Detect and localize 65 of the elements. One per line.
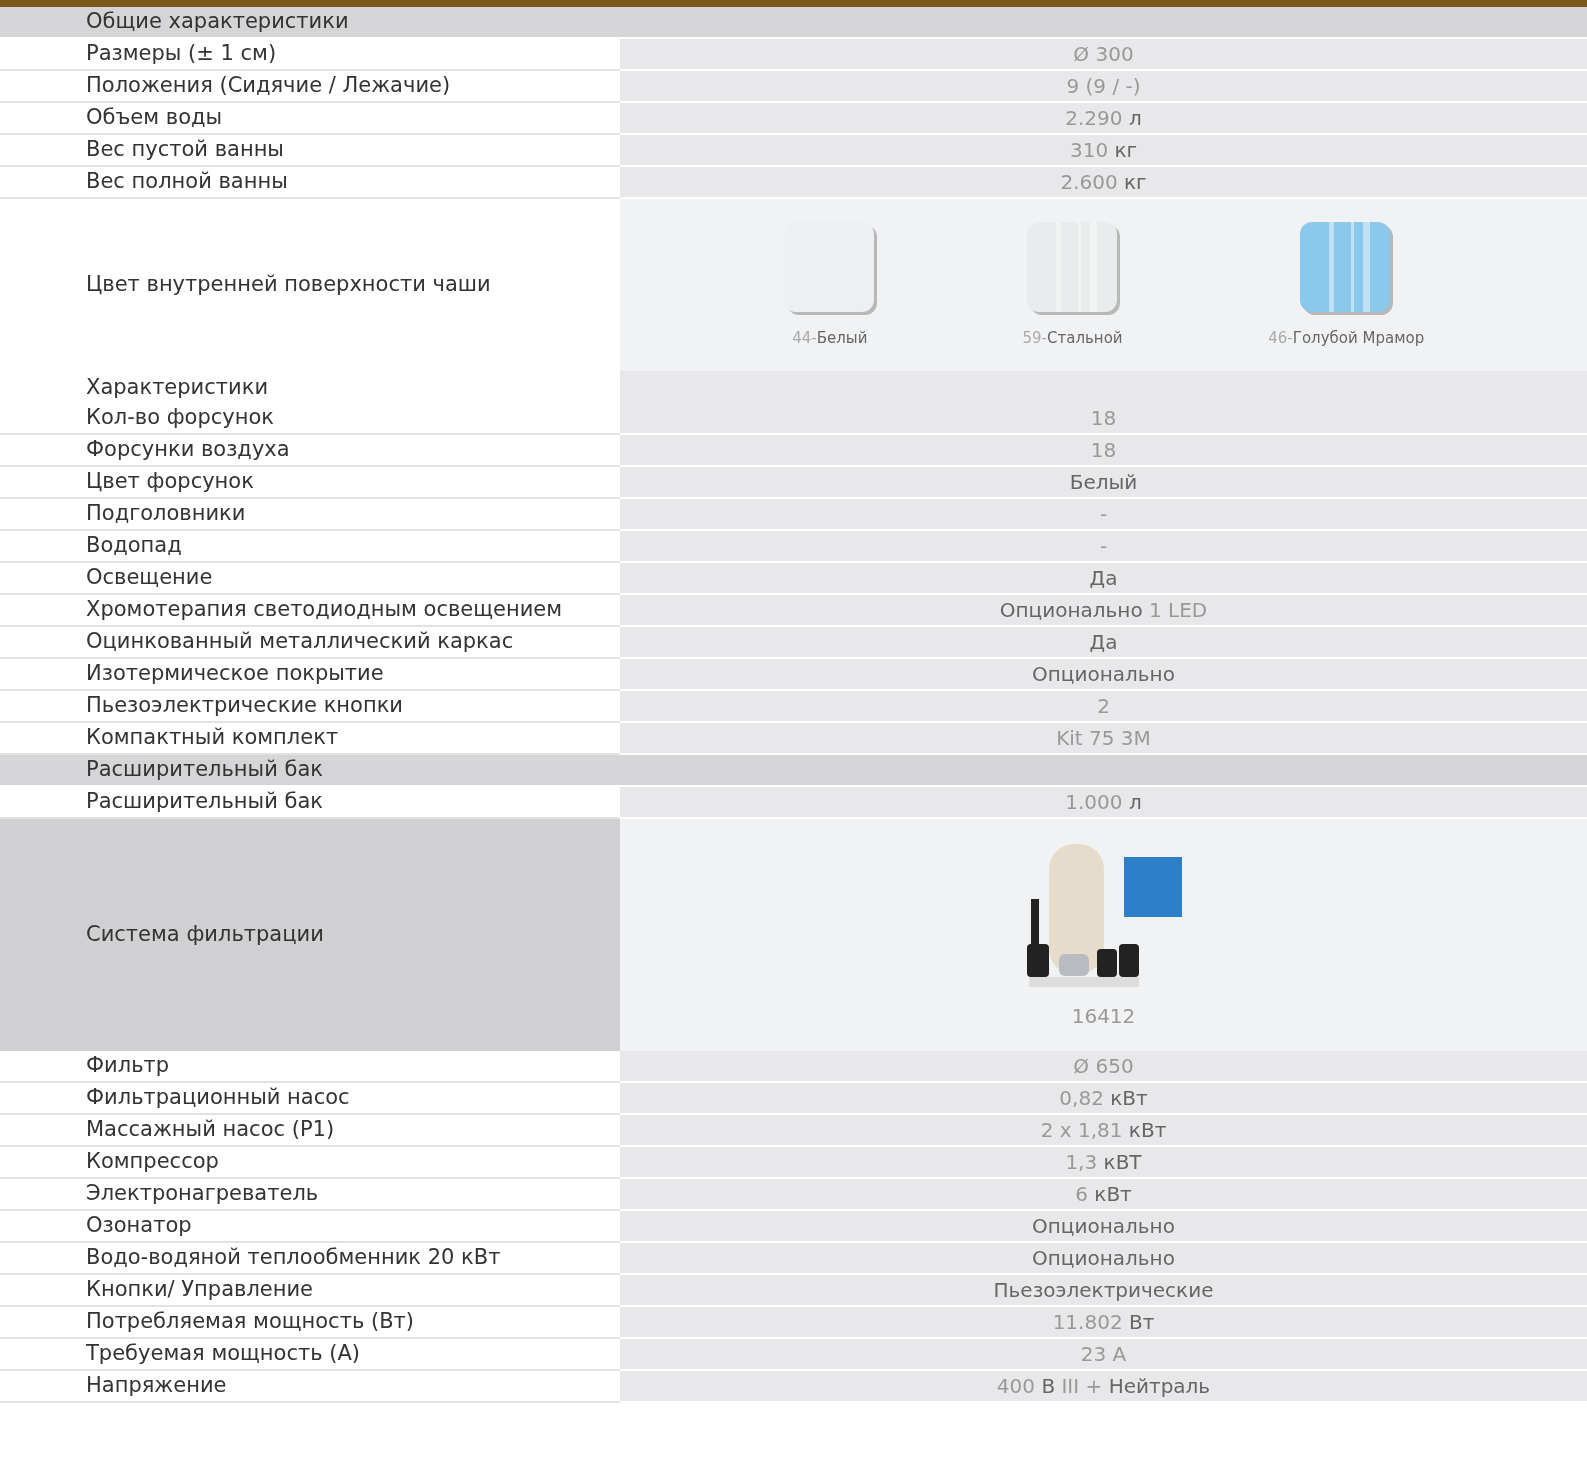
spec-value: 18 — [1090, 437, 1117, 464]
swatch-caption: 59-Стальной — [1022, 327, 1123, 349]
spec-value: 16412 — [1071, 1003, 1136, 1030]
spec-value: 310 кг — [1069, 137, 1138, 164]
spec-label: Цвет форсунок — [86, 468, 254, 496]
spec-label: Подголовники — [86, 500, 246, 528]
spec-label: Цвет внутренней поверхности чаши — [86, 271, 491, 299]
spec-label: Фильтрационный насос — [86, 1084, 350, 1112]
spec-label: Компрессор — [86, 1148, 219, 1176]
spec-label: Освещение — [86, 564, 213, 592]
spec-value: 9 (9 / -) — [1066, 73, 1141, 100]
spec-value: - — [1099, 501, 1108, 528]
swatch-caption: 44-Белый — [792, 327, 868, 349]
spec-value: Ø 650 — [1073, 1053, 1134, 1080]
spec-label: Форсунки воздуха — [86, 436, 290, 464]
spec-value: Да — [1089, 565, 1118, 592]
spec-value: 2.600 кг — [1060, 169, 1147, 196]
spec-value: 11.802 Вт — [1052, 1309, 1155, 1336]
spec-label: Вес пустой ванны — [86, 136, 284, 164]
spec-value: - — [1099, 533, 1108, 560]
spec-label: Расширительный бак — [86, 788, 323, 816]
spec-value: 0,82 кВт — [1059, 1085, 1148, 1112]
spec-value: 400 В III + Нейтраль — [996, 1373, 1211, 1400]
spec-label: Расширительный бак — [86, 756, 323, 784]
spec-value: 2 — [1097, 693, 1110, 720]
spec-value: Опционально — [1032, 1245, 1175, 1272]
spec-value: Белый — [1069, 469, 1138, 496]
spec-label: Кнопки/ Управление — [86, 1276, 314, 1304]
spec-label: Водо-водяной теплообменник 20 кВт — [86, 1244, 501, 1272]
spec-label: Размеры (± 1 см) — [86, 40, 277, 68]
spec-label: Общие характеристики — [86, 8, 349, 36]
spec-label: Кол-во форсунок — [86, 404, 275, 432]
spec-label: Потребляемая мощность (Вт) — [86, 1308, 414, 1336]
spec-label: Компактный комплект — [86, 724, 339, 752]
swatch-caption: 46-Голубой Мрамор — [1268, 327, 1425, 349]
spec-label: Требуемая мощность (A) — [86, 1340, 361, 1368]
spec-label: Оцинкованный металлический каркас — [86, 628, 514, 656]
spec-value: 1.000 л — [1065, 789, 1142, 816]
spec-value: 23 A — [1080, 1341, 1127, 1368]
spec-label: Массажный насос (P1) — [86, 1116, 335, 1144]
spec-label: Озонатор — [86, 1212, 192, 1240]
spec-value: Да — [1089, 629, 1118, 656]
spec-value: 2 x 1,81 кВт — [1040, 1117, 1167, 1144]
spec-label: Напряжение — [86, 1372, 227, 1400]
spec-label: Электронагреватель — [86, 1180, 319, 1208]
spec-label: Характеристики — [86, 373, 269, 401]
spec-value: Kit 75 3M — [1056, 725, 1151, 752]
spec-label: Изотермическое покрытие — [86, 660, 384, 688]
spec-value: Пьезоэлектрические — [993, 1277, 1214, 1304]
spec-label: Хромотерапия светодиодным освещением — [86, 596, 563, 624]
spec-label: Объем воды — [86, 104, 223, 132]
spec-value: 18 — [1090, 405, 1117, 432]
spec-label: Вес полной ванны — [86, 168, 288, 196]
spec-value: 2.290 л — [1065, 105, 1142, 132]
spec-label: Водопад — [86, 532, 182, 560]
spec-label: Система фильтрации — [86, 921, 324, 949]
spec-value: Опционально — [1032, 661, 1175, 688]
spec-label: Пьезоэлектрические кнопки — [86, 692, 403, 720]
spec-value: Опционально 1 LED — [999, 597, 1208, 624]
spec-label: Положения (Сидячие / Лежачие) — [86, 72, 451, 100]
spec-label: Фильтр — [86, 1052, 170, 1080]
spec-value: Ø 300 — [1073, 41, 1134, 68]
spec-value: 1,3 кВТ — [1065, 1149, 1142, 1176]
spec-value: Опционально — [1032, 1213, 1175, 1240]
spec-value: 6 кВт — [1075, 1181, 1132, 1208]
